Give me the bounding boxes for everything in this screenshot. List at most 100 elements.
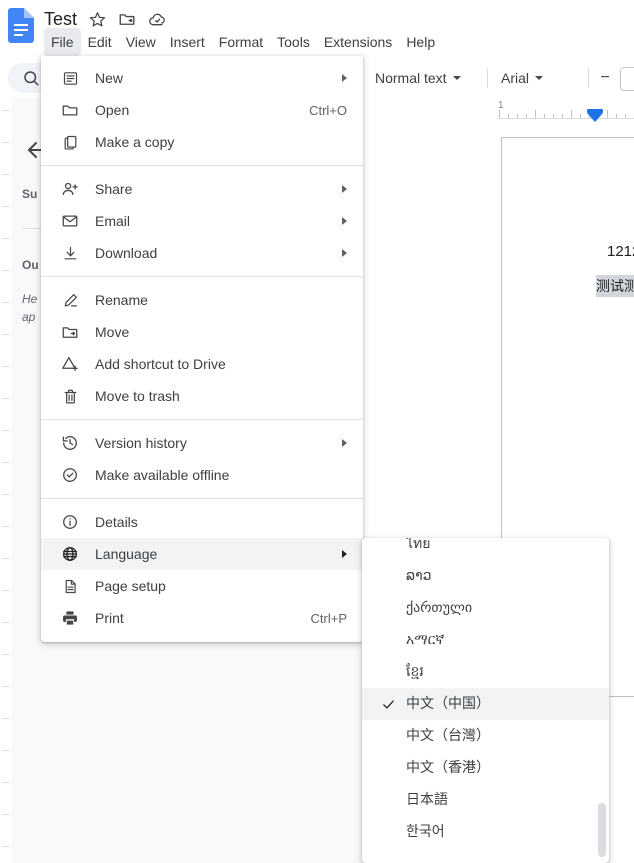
menu-extensions[interactable]: Extensions <box>317 28 399 56</box>
file-menu-item-open[interactable]: Open Ctrl+O <box>41 94 363 126</box>
menu-format[interactable]: Format <box>212 28 270 56</box>
person-add-icon <box>59 180 81 198</box>
menu-item-shortcut: Ctrl+O <box>309 102 347 118</box>
menu-help[interactable]: Help <box>399 28 442 56</box>
star-icon <box>89 11 105 27</box>
file-menu-item-move-to-trash[interactable]: Move to trash <box>41 380 363 412</box>
language-option[interactable]: 中文（香港） <box>362 752 609 784</box>
menu-view[interactable]: View <box>119 28 163 56</box>
vertical-ruler-tick <box>2 270 9 271</box>
menu-item-label: Open <box>95 102 130 118</box>
file-menu-item-move[interactable]: Move <box>41 316 363 348</box>
language-option[interactable]: አማርኛ <box>362 624 609 656</box>
font-size-input[interactable] <box>620 67 634 91</box>
submenu-arrow-icon <box>342 249 347 257</box>
submenu-arrow-icon <box>342 185 347 193</box>
horizontal-ruler[interactable]: 1 <box>497 100 634 124</box>
trash-icon <box>59 388 81 405</box>
ruler-tick <box>607 110 608 118</box>
file-menu-item-language[interactable]: Language <box>41 538 363 570</box>
file-menu-item-version-history[interactable]: Version history <box>41 427 363 459</box>
file-menu-item-rename[interactable]: Rename <box>41 284 363 316</box>
new-document-icon <box>59 70 81 87</box>
language-option[interactable]: ไทย <box>362 538 609 560</box>
vertical-ruler-tick <box>2 462 9 463</box>
language-option-label: ខ្មែរ <box>406 664 424 680</box>
menu-item-label: Move <box>95 324 130 340</box>
copy-icon <box>59 134 81 151</box>
menu-file[interactable]: File <box>44 28 81 56</box>
cloud-saved-icon <box>148 13 165 25</box>
move-to-folder-icon <box>119 14 135 25</box>
language-option-label: ລາວ <box>406 568 432 584</box>
menu-item-label: Download <box>95 245 158 261</box>
vertical-ruler-tick <box>2 686 9 687</box>
vertical-ruler-tick <box>2 782 9 783</box>
vertical-ruler-tick <box>2 110 9 111</box>
vertical-ruler-tick <box>2 398 9 399</box>
menu-divider <box>41 276 363 277</box>
cloud-saved-button[interactable] <box>147 9 167 29</box>
language-option-label: አማርኛ <box>406 632 445 648</box>
menu-insert[interactable]: Insert <box>163 28 212 56</box>
menu-item-label: Version history <box>95 435 187 451</box>
toolbar-separator-1 <box>487 68 488 88</box>
info-icon <box>59 513 81 531</box>
ruler-tick <box>517 114 518 118</box>
file-menu-item-new[interactable]: New <box>41 62 363 94</box>
language-option-label: ไทย <box>406 538 431 552</box>
vertical-ruler-tick <box>2 622 9 623</box>
menu-item-label: Email <box>95 213 131 229</box>
menu-bar: File Edit View Insert Format Tools Extensions H… <box>44 28 442 56</box>
submenu-scrollbar-thumb[interactable] <box>598 803 606 857</box>
app-header: Test File Edit View Insert Format Tools … <box>0 0 634 58</box>
language-option[interactable]: 日本語 <box>362 784 609 816</box>
globe-icon <box>59 545 81 563</box>
file-menu-item-add-shortcut-to-drive[interactable]: Add shortcut to Drive <box>41 348 363 380</box>
menu-item-label: Page setup <box>95 578 166 594</box>
indent-marker-triangle[interactable] <box>587 113 603 122</box>
language-option-label: 日本語 <box>406 792 448 808</box>
menu-item-shortcut: Ctrl+P <box>310 610 347 626</box>
language-option[interactable]: 中文（中国） <box>362 688 609 720</box>
vertical-ruler-tick <box>2 590 9 591</box>
drive-shortcut-icon <box>59 355 81 373</box>
font-family-dropdown[interactable]: Arial <box>497 64 547 92</box>
file-menu-item-make-a-copy[interactable]: Make a copy <box>41 126 363 158</box>
submenu-arrow-icon <box>342 74 347 82</box>
toolbar-separator-2 <box>588 68 589 88</box>
menu-tools[interactable]: Tools <box>270 28 317 56</box>
paragraph-style-dropdown[interactable]: Normal text <box>371 64 465 92</box>
language-option-label: 한국어 <box>406 824 445 840</box>
google-docs-logo-icon[interactable] <box>8 8 34 43</box>
menu-item-label: Details <box>95 514 138 530</box>
file-menu-item-share[interactable]: Share <box>41 173 363 205</box>
language-option[interactable]: ខ្មែរ <box>362 656 609 688</box>
file-menu-item-download[interactable]: Download <box>41 237 363 269</box>
file-menu-item-make-available-offline[interactable]: Make available offline <box>41 459 363 491</box>
history-icon <box>59 434 81 452</box>
file-menu-dropdown: New Open Ctrl+O Make a copy Share Email Downlo… <box>41 56 363 642</box>
vertical-ruler-tick <box>2 334 9 335</box>
ruler-tick <box>544 114 545 118</box>
move-to-folder-button[interactable] <box>117 9 137 29</box>
language-option[interactable]: ქართული <box>362 592 609 624</box>
file-menu-item-print[interactable]: Print Ctrl+P <box>41 602 363 634</box>
document-title[interactable]: Test <box>44 8 77 30</box>
language-option-label: 中文（中国） <box>406 696 490 712</box>
file-menu-item-details[interactable]: Details <box>41 506 363 538</box>
menu-edit[interactable]: Edit <box>81 28 119 56</box>
ruler-tick <box>553 114 554 118</box>
chevron-down-icon <box>452 76 461 80</box>
ruler-tick <box>571 110 572 118</box>
star-button[interactable] <box>87 9 107 29</box>
file-menu-item-page-setup[interactable]: Page setup <box>41 570 363 602</box>
file-menu-item-email[interactable]: Email <box>41 205 363 237</box>
outline-hint-line-2: ap <box>22 310 36 324</box>
language-option[interactable]: ລາວ <box>362 560 609 592</box>
language-option[interactable]: 한국어 <box>362 816 609 848</box>
language-option-label: 中文（香港） <box>406 760 490 776</box>
language-option[interactable]: 中文（台灣） <box>362 720 609 752</box>
decrease-font-size-button[interactable]: − <box>598 69 612 86</box>
language-submenu: ไทย ລາວ ქართული አማርኛ ខ្មែរ 中文（中国） 中文（台灣） 中文（香港）… <box>362 538 609 863</box>
